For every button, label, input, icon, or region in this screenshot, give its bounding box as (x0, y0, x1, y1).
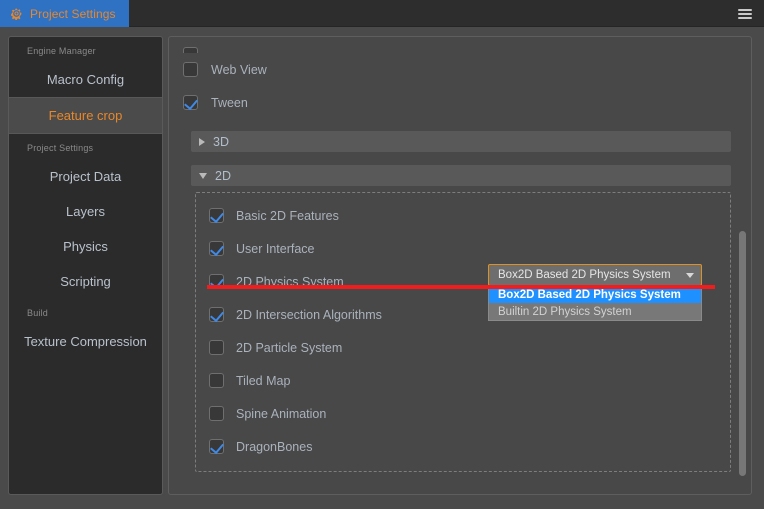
sidebar-item-physics[interactable]: Physics (9, 229, 162, 264)
sidebar-item-layers[interactable]: Layers (9, 194, 162, 229)
tab-project-settings[interactable]: Project Settings (0, 0, 129, 27)
sidebar-group-label-project-settings: Project Settings (27, 143, 94, 153)
triangle-right-icon (199, 137, 205, 146)
checkbox-cell (169, 62, 211, 77)
sidebar-item-scripting[interactable]: Scripting (9, 264, 162, 299)
sidebar-item-macro-config[interactable]: Macro Config (9, 62, 162, 97)
title-bar: Project Settings (0, 0, 764, 27)
feature-checkbox-tween[interactable] (182, 95, 198, 110)
checkbox-cell (196, 208, 236, 223)
sidebar-item-feature-crop[interactable]: Feature crop (9, 97, 162, 134)
hamburger-icon[interactable] (736, 5, 754, 22)
table-row: Web View (169, 53, 751, 86)
feature-checkbox-user-interface[interactable] (208, 241, 224, 256)
chevron-down-icon (686, 272, 694, 278)
feature-checkbox-dragonbones[interactable] (208, 439, 224, 454)
table-row: Basic 2D Features (196, 199, 730, 232)
checkbox-cell (169, 37, 211, 53)
feature-label-2d-intersection-algorithms: 2D Intersection Algorithms (236, 307, 382, 322)
tab-label: Project Settings (30, 6, 116, 21)
group-title-3d: 3D (213, 134, 229, 149)
vertical-scrollbar[interactable] (737, 38, 748, 494)
hamburger-line (738, 12, 752, 15)
physics-system-dropdown-button[interactable]: Box2D Based 2D Physics System (488, 264, 702, 286)
table-row: DragonBones (196, 430, 730, 463)
feature-checkbox-2d-intersection-algorithms[interactable] (208, 307, 224, 322)
project-settings-window: Project Settings Engine Manager Macro Co… (0, 0, 764, 509)
feature-label-user-interface: User Interface (236, 241, 315, 256)
table-row: 2D Particle System (196, 331, 730, 364)
triangle-down-icon (199, 172, 207, 179)
feature-checkbox-spine-animation[interactable] (208, 406, 224, 421)
table-row: Spine Animation (196, 397, 730, 430)
sidebar-item-texture-compression[interactable]: Texture Compression (9, 324, 162, 361)
group-title-2d: 2D (215, 168, 231, 183)
feature-label-2d-particle-system: 2D Particle System (236, 340, 343, 355)
feature-checkbox-tiled-map[interactable] (208, 373, 224, 388)
physics-system-dropdown-list: Box2D Based 2D Physics System Builtin 2D… (488, 286, 702, 321)
physics-system-dropdown: Box2D Based 2D Physics System Box2D Base… (488, 264, 702, 321)
annotation-line (207, 285, 715, 289)
sidebar: Engine Manager Macro Config Feature crop… (8, 36, 163, 495)
table-row (169, 37, 751, 53)
sidebar-group-label-engine-manager: Engine Manager (27, 46, 96, 56)
gear-icon (11, 8, 22, 20)
feature-checkbox-basic-2d-features[interactable] (208, 208, 224, 223)
sidebar-item-project-data[interactable]: Project Data (9, 159, 162, 194)
feature-label-dragonbones: DragonBones (236, 439, 313, 454)
checkbox-cell (196, 439, 236, 454)
hamburger-line (738, 16, 752, 19)
feature-label-tween: Tween (211, 95, 248, 110)
checkbox-cell (196, 241, 236, 256)
scrollbar-thumb[interactable] (739, 231, 746, 476)
checkbox-cell (196, 373, 236, 388)
sidebar-group-label-build: Build (27, 308, 49, 318)
feature-label-web-view: Web View (211, 62, 267, 77)
feature-checkbox-web-view[interactable] (182, 62, 198, 77)
checkbox-cell (196, 406, 236, 421)
feature-label-spine-animation: Spine Animation (236, 406, 327, 421)
group-body-2d: Basic 2D Features User Interface 2D Phys… (195, 192, 731, 472)
feature-checkbox-2d-particle-system[interactable] (208, 340, 224, 355)
hamburger-line (738, 8, 752, 11)
feature-label-basic-2d-features: Basic 2D Features (236, 208, 339, 223)
table-row: Tiled Map (196, 364, 730, 397)
group-header-3d[interactable]: 3D (191, 131, 731, 152)
feature-label-tiled-map: Tiled Map (236, 373, 291, 388)
checkbox-cell (169, 95, 211, 110)
table-row: User Interface (196, 232, 730, 265)
physics-system-selected-value: Box2D Based 2D Physics System (498, 269, 671, 281)
group-header-2d[interactable]: 2D (191, 165, 731, 186)
checkbox-cell (196, 340, 236, 355)
checkbox-cell (196, 307, 236, 322)
table-row: Tween (169, 86, 751, 119)
dropdown-option-builtin[interactable]: Builtin 2D Physics System (489, 303, 701, 320)
